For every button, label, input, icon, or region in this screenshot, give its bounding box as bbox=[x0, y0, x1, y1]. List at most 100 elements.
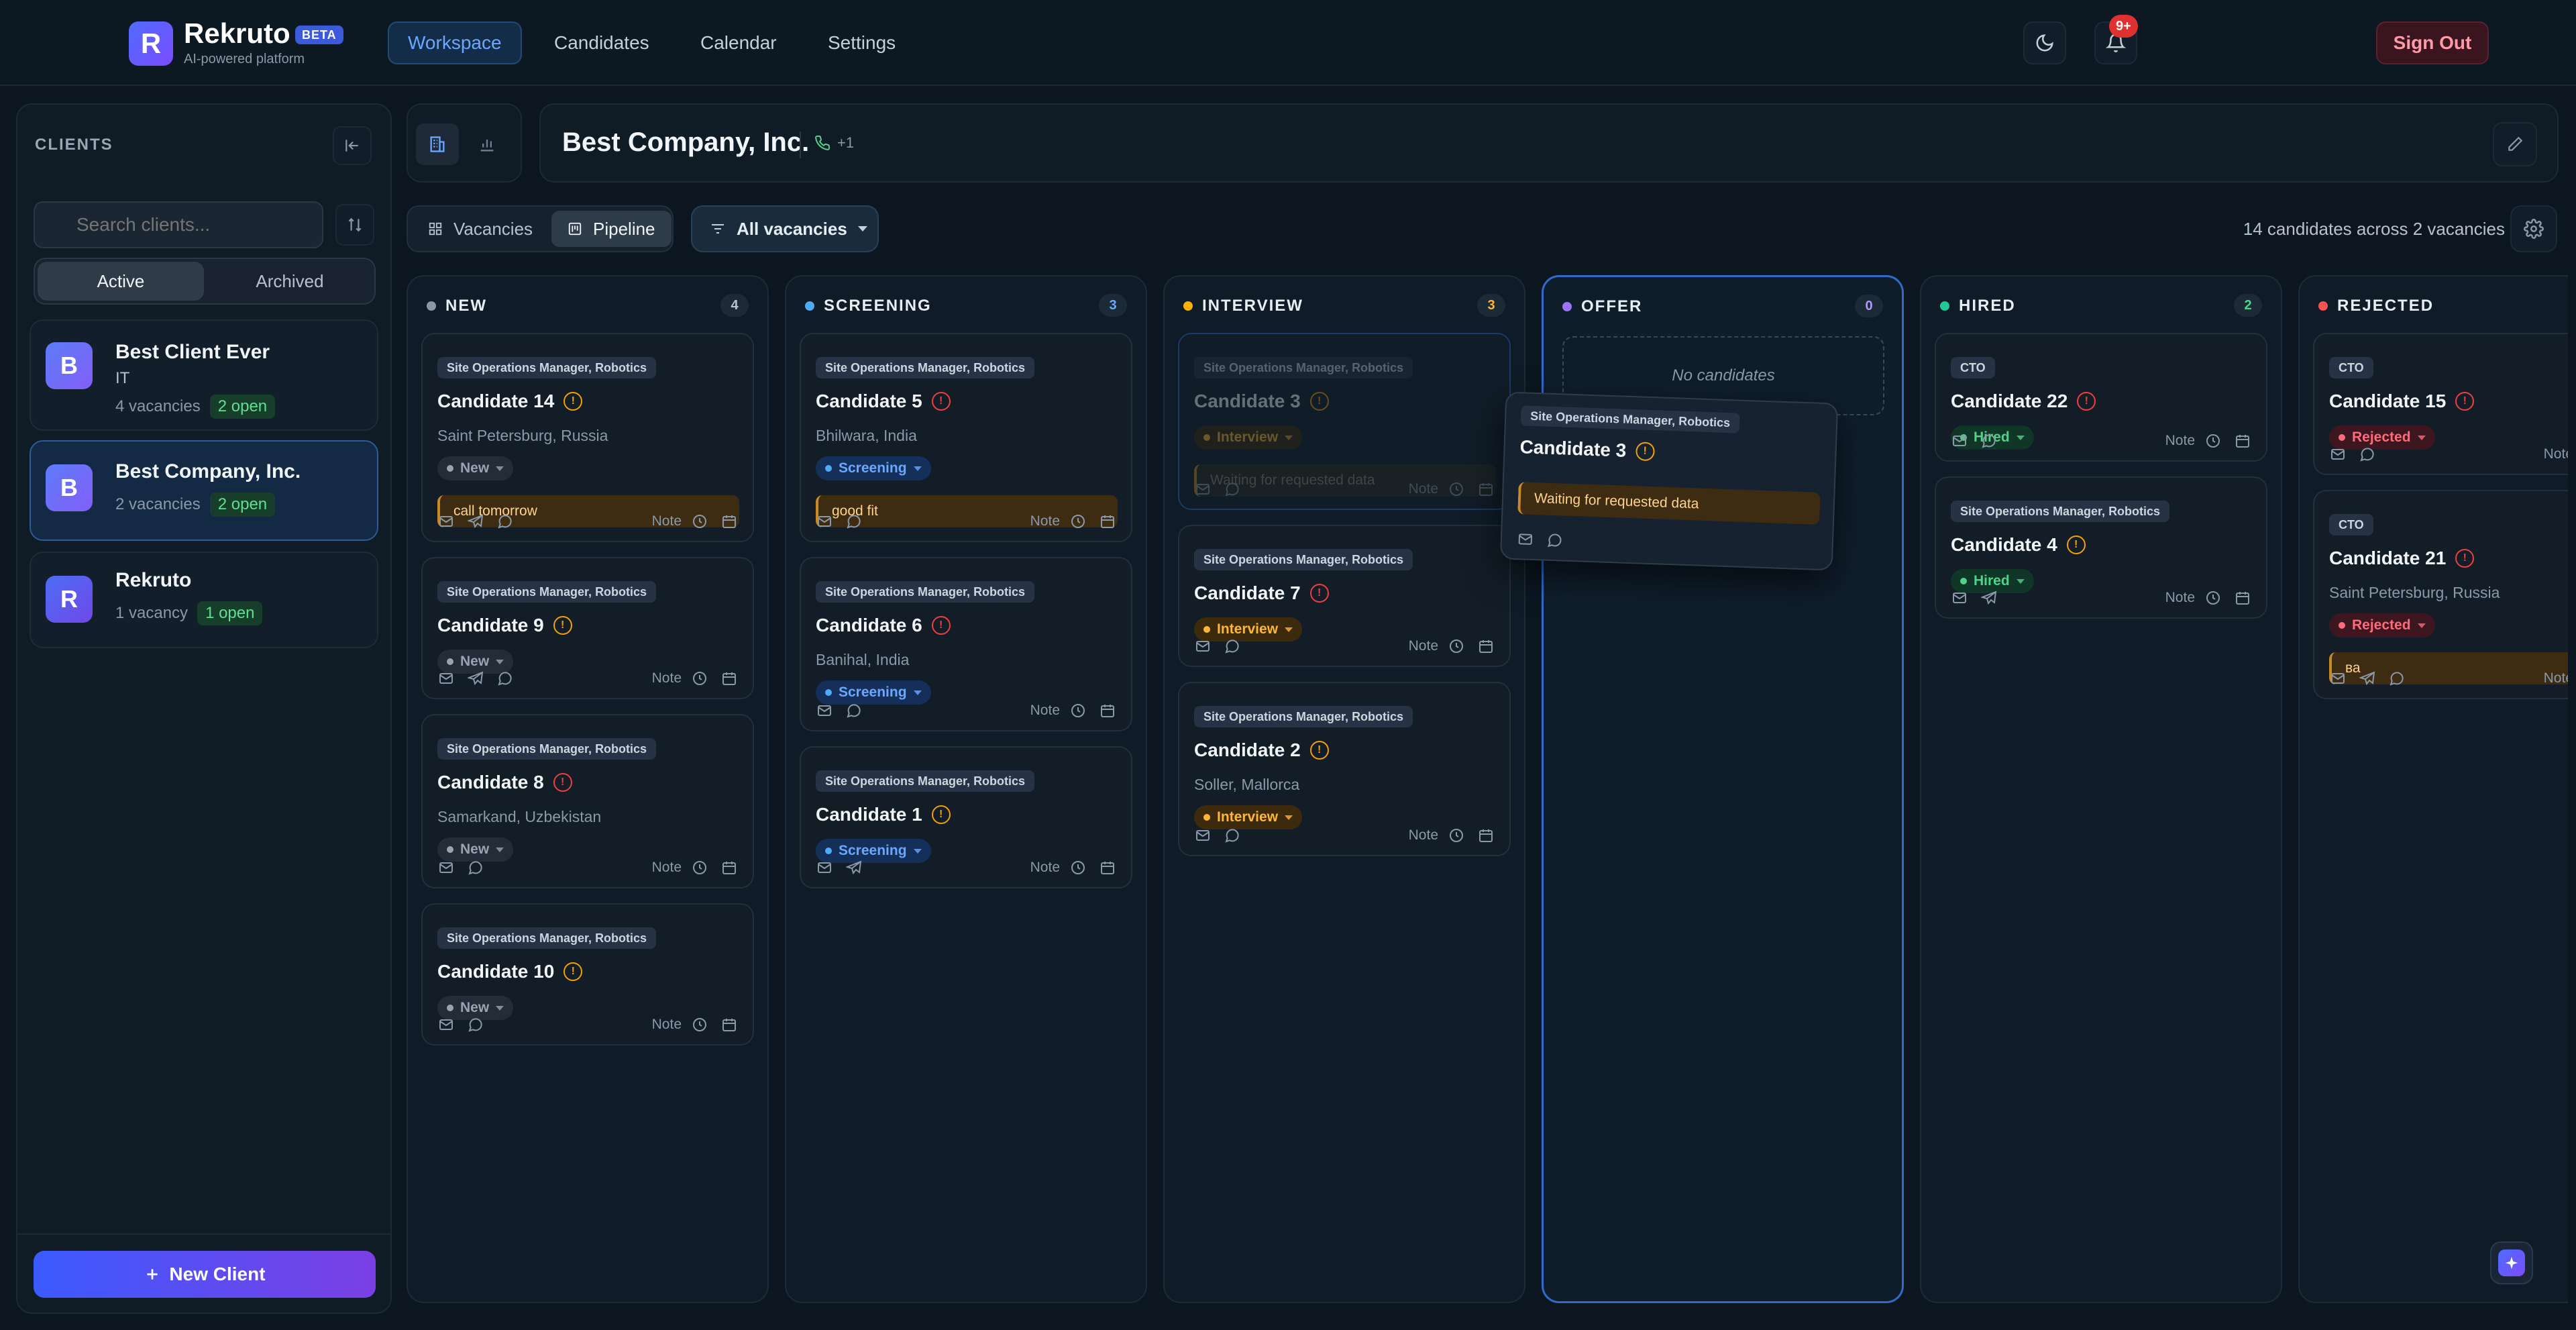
info-icon[interactable]: ! bbox=[553, 616, 572, 635]
mail-icon[interactable] bbox=[437, 513, 455, 530]
ai-assistant-button[interactable] bbox=[2490, 1241, 2533, 1284]
note-button[interactable]: Note bbox=[652, 513, 682, 529]
info-icon[interactable]: ! bbox=[2455, 392, 2475, 411]
whatsapp-icon[interactable] bbox=[1546, 531, 1564, 550]
calendar-icon[interactable] bbox=[2234, 589, 2251, 607]
dragging-card[interactable]: Site Operations Manager, Robotics Candid… bbox=[1499, 391, 1839, 571]
candidate-card[interactable]: Site Operations Manager, Robotics Candida… bbox=[1178, 525, 1511, 667]
status-dropdown[interactable]: Rejected bbox=[2329, 613, 2435, 637]
info-icon[interactable]: ! bbox=[1309, 584, 1329, 603]
note-button[interactable]: Note bbox=[1409, 638, 1438, 654]
whatsapp-icon[interactable] bbox=[496, 670, 514, 687]
calendar-icon[interactable] bbox=[2234, 432, 2251, 450]
calendar-icon[interactable] bbox=[720, 1016, 738, 1033]
whatsapp-icon[interactable] bbox=[2359, 446, 2376, 463]
mail-icon[interactable] bbox=[1951, 589, 1968, 607]
filter-archived-tab[interactable]: Archived bbox=[207, 262, 373, 301]
note-button[interactable]: Note bbox=[2544, 670, 2568, 686]
whatsapp-icon[interactable] bbox=[1224, 637, 1241, 655]
candidate-card[interactable]: Site Operations Manager, Robotics Candida… bbox=[421, 557, 754, 699]
calendar-icon[interactable] bbox=[1099, 859, 1116, 876]
whatsapp-icon[interactable] bbox=[1224, 480, 1241, 498]
info-icon[interactable]: ! bbox=[931, 805, 951, 824]
mail-icon[interactable] bbox=[1194, 637, 1212, 655]
note-button[interactable]: Note bbox=[2165, 590, 2195, 606]
note-button[interactable]: Note bbox=[652, 860, 682, 876]
telegram-icon[interactable] bbox=[467, 670, 484, 687]
status-dropdown[interactable]: New bbox=[437, 456, 514, 480]
info-icon[interactable]: ! bbox=[1309, 392, 1329, 411]
note-button[interactable]: Note bbox=[1409, 481, 1438, 497]
search-clients-input[interactable] bbox=[34, 201, 323, 248]
clock-icon[interactable] bbox=[691, 859, 708, 876]
calendar-icon[interactable] bbox=[1477, 637, 1495, 655]
client-card-rekruto[interactable]: R Rekruto 1 vacancy 1 open bbox=[30, 552, 378, 648]
mail-icon[interactable] bbox=[816, 513, 833, 530]
client-card-best-company[interactable]: B Best Company, Inc. 2 vacancies 2 open bbox=[30, 440, 378, 541]
mail-icon[interactable] bbox=[437, 670, 455, 687]
whatsapp-icon[interactable] bbox=[845, 702, 863, 719]
clock-icon[interactable] bbox=[2204, 589, 2222, 607]
mail-icon[interactable] bbox=[1194, 827, 1212, 844]
note-button[interactable]: Note bbox=[652, 670, 682, 686]
mail-icon[interactable] bbox=[816, 859, 833, 876]
telegram-icon[interactable] bbox=[2359, 670, 2376, 687]
whatsapp-icon[interactable] bbox=[845, 513, 863, 530]
whatsapp-icon[interactable] bbox=[467, 859, 484, 876]
info-icon[interactable]: ! bbox=[553, 773, 572, 792]
info-icon[interactable]: ! bbox=[2077, 392, 2096, 411]
new-client-button[interactable]: New Client bbox=[34, 1251, 376, 1298]
info-icon[interactable]: ! bbox=[931, 392, 951, 411]
calendar-icon[interactable] bbox=[720, 670, 738, 687]
whatsapp-icon[interactable] bbox=[467, 1016, 484, 1033]
candidate-card[interactable]: Site Operations Manager, Robotics Candida… bbox=[800, 746, 1132, 888]
info-icon[interactable]: ! bbox=[564, 392, 583, 411]
info-icon[interactable]: ! bbox=[1309, 741, 1329, 760]
clock-icon[interactable] bbox=[1069, 702, 1087, 719]
whatsapp-icon[interactable] bbox=[1980, 432, 1998, 450]
mail-icon[interactable] bbox=[437, 859, 455, 876]
info-icon[interactable]: ! bbox=[2455, 549, 2475, 568]
collapse-sidebar-button[interactable] bbox=[333, 126, 372, 165]
candidate-card[interactable]: CTO Candidate 22! Hired Note bbox=[1935, 333, 2267, 462]
whatsapp-icon[interactable] bbox=[1224, 827, 1241, 844]
mail-icon[interactable] bbox=[1951, 432, 1968, 450]
note-button[interactable]: Note bbox=[1030, 703, 1060, 719]
clock-icon[interactable] bbox=[691, 1016, 708, 1033]
clock-icon[interactable] bbox=[691, 670, 708, 687]
mail-icon[interactable] bbox=[1516, 530, 1534, 548]
brand-logo[interactable]: R bbox=[129, 21, 173, 66]
telegram-icon[interactable] bbox=[845, 859, 863, 876]
status-dropdown[interactable]: Screening bbox=[816, 456, 931, 480]
calendar-icon[interactable] bbox=[720, 513, 738, 530]
candidate-card[interactable]: Site Operations Manager, Robotics Candida… bbox=[1178, 682, 1511, 856]
mail-icon[interactable] bbox=[2329, 446, 2347, 463]
candidate-card[interactable]: Site Operations Manager, Robotics Candida… bbox=[1178, 333, 1511, 510]
clock-icon[interactable] bbox=[1069, 859, 1087, 876]
calendar-icon[interactable] bbox=[1099, 513, 1116, 530]
candidate-card[interactable]: Site Operations Manager, Robotics Candida… bbox=[1935, 476, 2267, 619]
candidate-card[interactable]: CTO Candidate 21! Saint Petersburg, Russia… bbox=[2313, 490, 2568, 699]
candidate-card[interactable]: Site Operations Manager, Robotics Candida… bbox=[421, 333, 754, 542]
info-icon[interactable]: ! bbox=[931, 616, 951, 635]
whatsapp-icon[interactable] bbox=[2388, 670, 2406, 687]
candidate-card[interactable]: Site Operations Manager, Robotics Candida… bbox=[800, 557, 1132, 731]
candidate-card[interactable]: Site Operations Manager, Robotics Candida… bbox=[421, 903, 754, 1045]
client-card-best-client-ever[interactable]: B Best Client Ever IT 4 vacancies 2 open bbox=[30, 319, 378, 431]
note-button[interactable]: Note bbox=[2165, 433, 2195, 449]
calendar-icon[interactable] bbox=[1099, 702, 1116, 719]
note-button[interactable]: Note bbox=[652, 1017, 682, 1033]
clock-icon[interactable] bbox=[691, 513, 708, 530]
clock-icon[interactable] bbox=[1448, 637, 1465, 655]
calendar-icon[interactable] bbox=[720, 859, 738, 876]
whatsapp-icon[interactable] bbox=[496, 513, 514, 530]
clock-icon[interactable] bbox=[1069, 513, 1087, 530]
mail-icon[interactable] bbox=[816, 702, 833, 719]
calendar-icon[interactable] bbox=[1477, 480, 1495, 498]
info-icon[interactable]: ! bbox=[564, 962, 583, 981]
sort-clients-button[interactable] bbox=[335, 204, 374, 246]
note-button[interactable]: Note bbox=[1409, 827, 1438, 843]
telegram-icon[interactable] bbox=[467, 513, 484, 530]
mail-icon[interactable] bbox=[1194, 480, 1212, 498]
candidate-card[interactable]: Site Operations Manager, Robotics Candida… bbox=[421, 714, 754, 888]
